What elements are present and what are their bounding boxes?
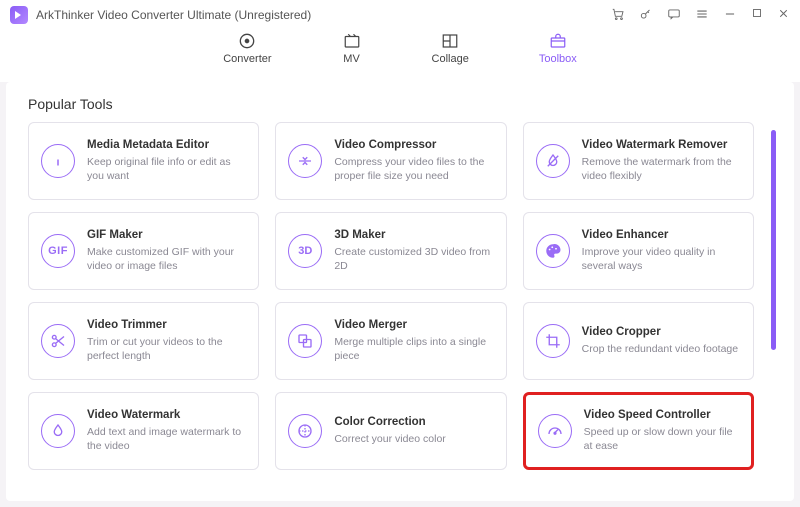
tool-desc: Remove the watermark from the video flex…: [582, 155, 743, 183]
content-panel: Popular Tools Media Metadata Editor Keep…: [6, 82, 794, 501]
tool-title: Video Watermark: [87, 409, 248, 421]
scrollbar[interactable]: [770, 122, 776, 470]
gauge-icon: [538, 414, 572, 448]
tool-video-enhancer[interactable]: Video Enhancer Improve your video qualit…: [523, 212, 754, 290]
tool-video-speed-controller[interactable]: Video Speed Controller Speed up or slow …: [523, 392, 754, 470]
droplet-icon: [41, 414, 75, 448]
section-title: Popular Tools: [28, 96, 776, 112]
maximize-button[interactable]: [751, 7, 763, 23]
scrollbar-thumb[interactable]: [771, 130, 776, 350]
tool-video-trimmer[interactable]: Video Trimmer Trim or cut your videos to…: [28, 302, 259, 380]
scissors-icon: [41, 324, 75, 358]
titlebar: ArkThinker Video Converter Ultimate (Unr…: [0, 0, 800, 30]
tool-desc: Trim or cut your videos to the perfect l…: [87, 335, 248, 363]
tool-video-watermark[interactable]: Video Watermark Add text and image water…: [28, 392, 259, 470]
tool-desc: Make customized GIF with your video or i…: [87, 245, 248, 273]
app-logo-icon: [10, 6, 28, 24]
tool-title: Video Trimmer: [87, 319, 248, 331]
tool-desc: Speed up or slow down your file at ease: [584, 425, 741, 453]
info-icon: [41, 144, 75, 178]
tab-collage[interactable]: Collage: [432, 30, 469, 65]
converter-icon: [237, 32, 257, 50]
tool-video-merger[interactable]: Video Merger Merge multiple clips into a…: [275, 302, 506, 380]
collage-icon: [440, 32, 460, 50]
tool-title: Video Cropper: [582, 326, 738, 338]
cart-icon[interactable]: [611, 7, 625, 23]
merge-icon: [288, 324, 322, 358]
three-d-icon-label: 3D: [298, 245, 312, 257]
crop-icon: [536, 324, 570, 358]
tab-converter[interactable]: Converter: [223, 30, 271, 65]
tab-toolbox[interactable]: Toolbox: [539, 30, 577, 65]
gif-icon: GIF: [41, 234, 75, 268]
tool-desc: Keep original file info or edit as you w…: [87, 155, 248, 183]
tool-desc: Merge multiple clips into a single piece: [334, 335, 495, 363]
tab-label: MV: [343, 53, 360, 65]
palette-icon: [536, 234, 570, 268]
tool-video-cropper[interactable]: Video Cropper Crop the redundant video f…: [523, 302, 754, 380]
tool-desc: Add text and image watermark to the vide…: [87, 425, 248, 453]
tool-desc: Compress your video files to the proper …: [334, 155, 495, 183]
minimize-button[interactable]: [723, 7, 737, 23]
tool-title: Video Merger: [334, 319, 495, 331]
feedback-icon[interactable]: [667, 7, 681, 23]
three-d-icon: 3D: [288, 234, 322, 268]
tool-watermark-remover[interactable]: Video Watermark Remover Remove the water…: [523, 122, 754, 200]
toolbox-icon: [548, 32, 568, 50]
close-button[interactable]: [777, 7, 790, 23]
tab-label: Converter: [223, 53, 271, 65]
tool-desc: Correct your video color: [334, 432, 445, 446]
tool-desc: Improve your video quality in several wa…: [582, 245, 743, 273]
tool-gif-maker[interactable]: GIF GIF Maker Make customized GIF with y…: [28, 212, 259, 290]
key-icon[interactable]: [639, 7, 653, 23]
app-title: ArkThinker Video Converter Ultimate (Unr…: [36, 8, 311, 22]
tool-title: Color Correction: [334, 416, 445, 428]
tool-title: Video Speed Controller: [584, 409, 741, 421]
tool-video-compressor[interactable]: Video Compressor Compress your video fil…: [275, 122, 506, 200]
tab-mv[interactable]: MV: [342, 30, 362, 65]
tool-desc: Create customized 3D video from 2D: [334, 245, 495, 273]
tool-title: GIF Maker: [87, 229, 248, 241]
tool-title: 3D Maker: [334, 229, 495, 241]
tool-title: Video Compressor: [334, 139, 495, 151]
tool-title: Video Watermark Remover: [582, 139, 743, 151]
tab-label: Collage: [432, 53, 469, 65]
menu-icon[interactable]: [695, 7, 709, 23]
tool-desc: Crop the redundant video footage: [582, 342, 738, 356]
tool-color-correction[interactable]: Color Correction Correct your video colo…: [275, 392, 506, 470]
tab-label: Toolbox: [539, 53, 577, 65]
tool-3d-maker[interactable]: 3D 3D Maker Create customized 3D video f…: [275, 212, 506, 290]
color-wheel-icon: [288, 414, 322, 448]
mv-icon: [342, 32, 362, 50]
droplet-slash-icon: [536, 144, 570, 178]
tools-grid: Media Metadata Editor Keep original file…: [28, 122, 764, 470]
gif-icon-label: GIF: [48, 245, 68, 257]
system-buttons: [611, 7, 790, 23]
compress-icon: [288, 144, 322, 178]
main-tabs: Converter MV Collage Toolbox: [0, 30, 800, 82]
tool-media-metadata[interactable]: Media Metadata Editor Keep original file…: [28, 122, 259, 200]
tool-title: Video Enhancer: [582, 229, 743, 241]
tool-title: Media Metadata Editor: [87, 139, 248, 151]
